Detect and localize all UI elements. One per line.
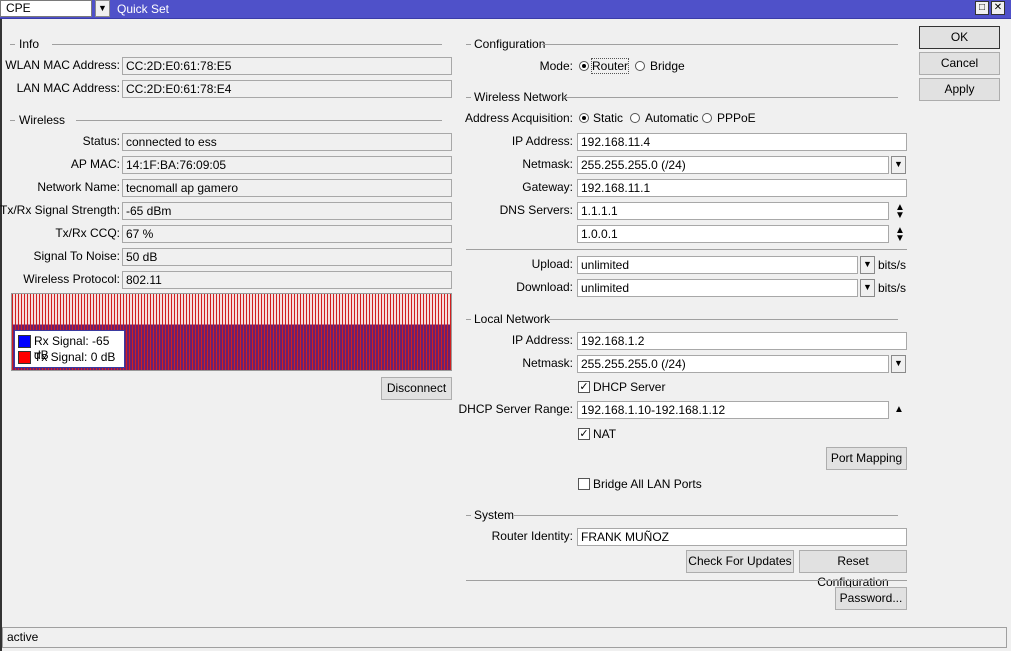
dns-label: DNS Servers: bbox=[499, 203, 573, 217]
graph-legend: Rx Signal: -65 dB Tx Signal: 0 dB bbox=[14, 330, 125, 368]
gateway-input[interactable]: 192.168.11.1 bbox=[577, 179, 907, 197]
window-title: Quick Set bbox=[117, 2, 170, 16]
wireless-row-value: 802.11 bbox=[122, 271, 452, 289]
wireless-row-value: 67 % bbox=[122, 225, 452, 243]
close-button[interactable]: ✕ bbox=[991, 1, 1005, 15]
dhcp-server-checkbox[interactable]: ✓ bbox=[578, 381, 590, 393]
bridge-all-lan-checkbox[interactable] bbox=[578, 478, 590, 490]
configuration-group-legend: Configuration bbox=[466, 37, 898, 51]
dhcp-range-label: DHCP Server Range: bbox=[458, 402, 574, 416]
lan-netmask-dropdown[interactable]: ▼ bbox=[891, 355, 906, 373]
ok-button[interactable]: OK bbox=[919, 26, 1000, 49]
download-input[interactable]: unlimited bbox=[577, 279, 858, 297]
status-bar: active bbox=[2, 627, 1007, 648]
dns-primary-input[interactable]: 1.1.1.1 bbox=[577, 202, 889, 220]
lan-mac-field: CC:2D:E0:61:78:E4 bbox=[122, 80, 452, 98]
dns-secondary-input[interactable]: 1.0.0.1 bbox=[577, 225, 889, 243]
mode-router-label[interactable]: Router bbox=[590, 58, 630, 74]
download-unit: bits/s bbox=[878, 281, 907, 295]
wireless-row-value: 14:1F:BA:76:09:05 bbox=[122, 156, 452, 174]
wireless-row-label: Wireless Protocol: bbox=[23, 272, 120, 286]
disconnect-button[interactable]: Disconnect bbox=[381, 377, 452, 400]
reset-configuration-button[interactable]: Reset Configuration bbox=[799, 550, 907, 589]
wireless-row-value: connected to ess bbox=[122, 133, 452, 151]
acq-static-label[interactable]: Static bbox=[593, 111, 623, 125]
nat-label[interactable]: NAT bbox=[593, 427, 616, 441]
acq-automatic-radio[interactable] bbox=[630, 113, 640, 123]
acq-pppoe-radio[interactable] bbox=[702, 113, 712, 123]
gateway-label: Gateway: bbox=[522, 180, 573, 194]
bridge-all-lan-label[interactable]: Bridge All LAN Ports bbox=[593, 477, 702, 491]
preset-select[interactable]: CPE bbox=[0, 0, 92, 17]
wan-netmask-input[interactable]: 255.255.255.0 (/24) bbox=[577, 156, 889, 174]
password-button[interactable]: Password... bbox=[835, 587, 907, 610]
dhcp-range-collapse-icon[interactable]: ▲ bbox=[893, 405, 905, 415]
port-mapping-button[interactable]: Port Mapping bbox=[826, 447, 907, 470]
lan-mac-label: LAN MAC Address: bbox=[16, 81, 120, 95]
upload-dropdown[interactable]: ▼ bbox=[860, 256, 875, 274]
lan-ip-input[interactable]: 192.168.1.2 bbox=[577, 332, 907, 350]
lan-netmask-input[interactable]: 255.255.255.0 (/24) bbox=[577, 355, 889, 373]
wireless-row-label: Network Name: bbox=[37, 180, 120, 194]
info-group-legend: Info bbox=[10, 37, 442, 51]
wireless-row-label: Tx/Rx CCQ: bbox=[55, 226, 120, 240]
router-identity-input[interactable]: FRANK MUÑOZ bbox=[577, 528, 907, 546]
tx-signal-label: Tx Signal: 0 dB bbox=[34, 350, 116, 364]
upload-label: Upload: bbox=[531, 257, 573, 271]
separator bbox=[466, 249, 907, 250]
wireless-row-value: -65 dBm bbox=[122, 202, 452, 220]
system-group-legend: System bbox=[466, 508, 898, 522]
wlan-mac-label: WLAN MAC Address: bbox=[5, 58, 120, 72]
wan-netmask-label: Netmask: bbox=[522, 157, 573, 171]
dhcp-server-label[interactable]: DHCP Server bbox=[593, 380, 665, 394]
nat-checkbox[interactable]: ✓ bbox=[578, 428, 590, 440]
wireless-row-label: Signal To Noise: bbox=[33, 249, 121, 263]
acq-automatic-label[interactable]: Automatic bbox=[645, 111, 698, 125]
wireless-group-legend: Wireless bbox=[10, 113, 442, 127]
download-dropdown[interactable]: ▼ bbox=[860, 279, 875, 297]
acq-pppoe-label[interactable]: PPPoE bbox=[717, 111, 756, 125]
wan-ip-input[interactable]: 192.168.11.4 bbox=[577, 133, 907, 151]
apply-button[interactable]: Apply bbox=[919, 78, 1000, 101]
upload-input[interactable]: unlimited bbox=[577, 256, 858, 274]
dns-primary-updown-icon[interactable]: ▲ ▼ bbox=[894, 203, 906, 221]
router-identity-label: Router Identity: bbox=[491, 529, 573, 543]
wireless-row-value: 50 dB bbox=[122, 248, 452, 266]
wireless-row-label: AP MAC: bbox=[70, 157, 120, 171]
dns-secondary-updown-icon[interactable]: ▲ ▼ bbox=[894, 226, 906, 244]
download-label: Download: bbox=[516, 280, 573, 294]
acq-static-radio[interactable] bbox=[579, 113, 589, 123]
lan-netmask-label: Netmask: bbox=[522, 356, 573, 370]
cancel-button[interactable]: Cancel bbox=[919, 52, 1000, 75]
dhcp-range-input[interactable]: 192.168.1.10-192.168.1.12 bbox=[577, 401, 889, 419]
mode-label: Mode: bbox=[539, 59, 573, 73]
mode-router-radio[interactable] bbox=[579, 61, 589, 71]
wireless-network-group-legend: Wireless Network bbox=[466, 90, 898, 104]
separator bbox=[466, 580, 907, 581]
upload-unit: bits/s bbox=[878, 258, 907, 272]
address-acquisition-label: Address Acquisition: bbox=[464, 111, 573, 125]
tx-signal-swatch bbox=[18, 351, 31, 364]
preset-dropdown-button[interactable]: ▼ bbox=[95, 0, 110, 17]
rx-signal-swatch bbox=[18, 335, 31, 348]
mode-bridge-label[interactable]: Bridge bbox=[650, 59, 685, 73]
lan-ip-label: IP Address: bbox=[511, 333, 573, 347]
local-network-group-legend: Local Network bbox=[466, 312, 898, 326]
check-for-updates-button[interactable]: Check For Updates bbox=[686, 550, 794, 573]
wan-ip-label: IP Address: bbox=[511, 134, 573, 148]
wireless-row-label: Tx/Rx Signal Strength: bbox=[0, 203, 121, 217]
mode-bridge-radio[interactable] bbox=[635, 61, 645, 71]
wan-netmask-dropdown[interactable]: ▼ bbox=[891, 156, 906, 174]
wlan-mac-field: CC:2D:E0:61:78:E5 bbox=[122, 57, 452, 75]
title-bar: CPE ▼ Quick Set □ ✕ bbox=[0, 0, 1011, 19]
wireless-row-value: tecnomall ap gamero bbox=[122, 179, 452, 197]
maximize-button[interactable]: □ bbox=[975, 1, 989, 15]
wireless-row-label: Status: bbox=[82, 134, 120, 148]
